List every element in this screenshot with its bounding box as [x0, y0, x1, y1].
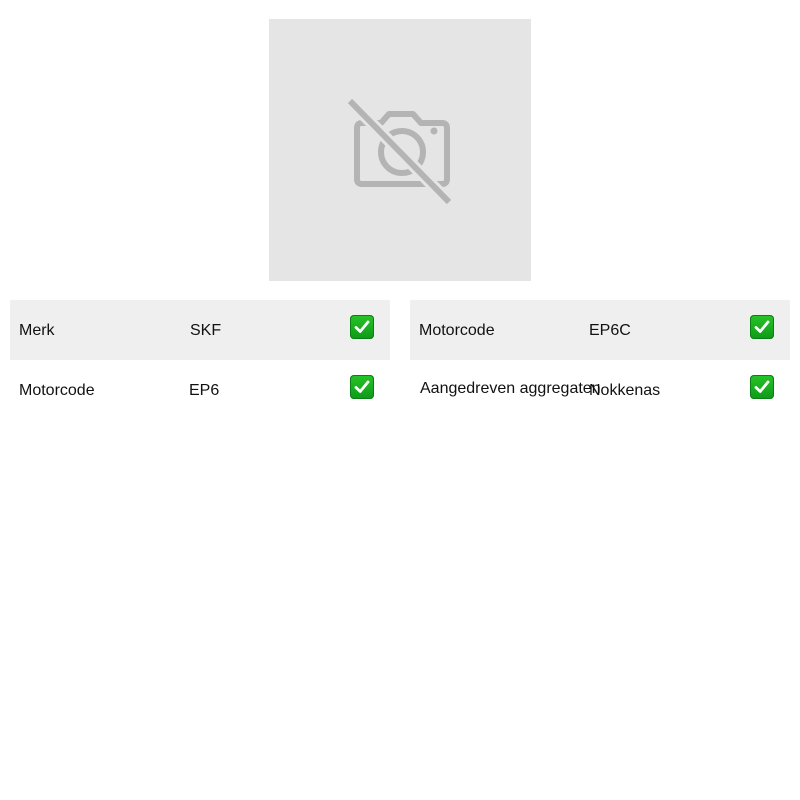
spec-table-right: Motorcode EP6C Aangedreven aggregaten No… [410, 300, 790, 420]
spec-label: Aangedreven aggregaten [420, 380, 601, 397]
check-icon [750, 375, 774, 399]
spec-label: Merk [19, 322, 55, 339]
spec-label: Motorcode [19, 382, 95, 399]
check-icon [350, 375, 374, 399]
check-icon [750, 315, 774, 339]
spec-row: Motorcode EP6C [410, 300, 790, 360]
spec-value: Nokkenas [589, 382, 661, 399]
spec-label: Motorcode [419, 322, 495, 339]
spec-row: Merk SKF [10, 300, 390, 360]
check-icon [350, 315, 374, 339]
product-detail-page: Merk SKF Motorcode EP6 Motorcode EP6C Aa… [0, 0, 800, 800]
spec-row: Motorcode EP6 [10, 360, 390, 420]
spec-value: SKF [190, 322, 222, 339]
spec-value: EP6 [189, 382, 220, 399]
spec-value: EP6C [589, 322, 631, 339]
spec-row: Aangedreven aggregaten Nokkenas [410, 360, 790, 420]
product-image-placeholder [269, 19, 531, 281]
no-photo-icon [347, 97, 454, 207]
spec-table-left: Merk SKF Motorcode EP6 [10, 300, 390, 420]
